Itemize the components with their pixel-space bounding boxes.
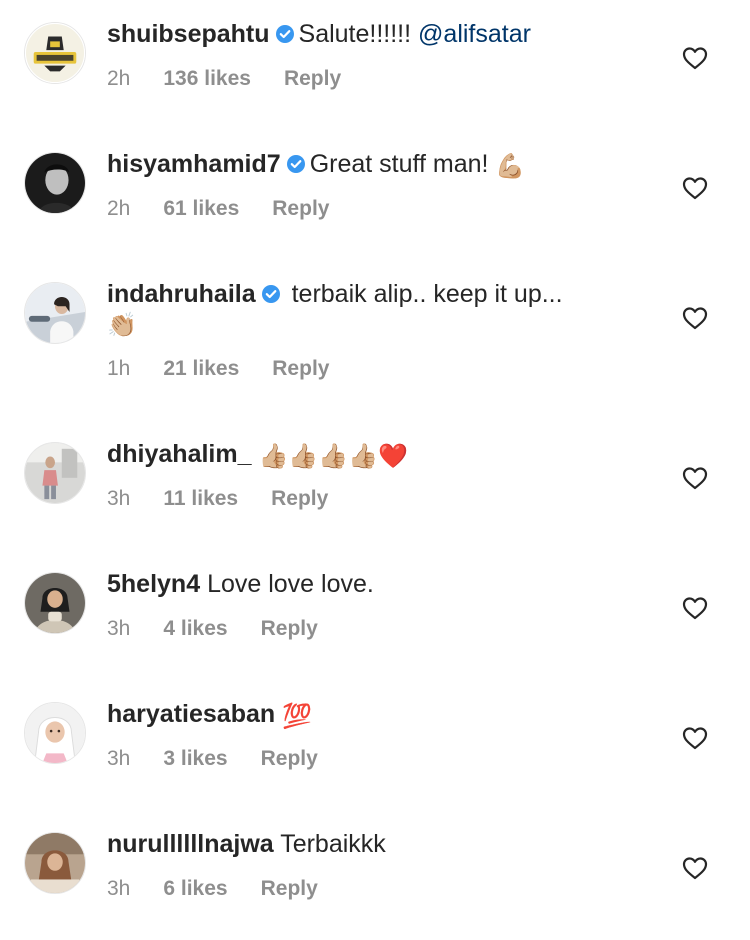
reply-button[interactable]: Reply (261, 874, 318, 904)
reply-button[interactable]: Reply (272, 194, 329, 224)
username-link[interactable]: 5helyn4 (107, 570, 200, 598)
comment-time: 3h (107, 877, 131, 900)
comment-meta: 3h 3 likes Reply (107, 744, 318, 774)
reply-button[interactable]: Reply (272, 354, 329, 384)
avatar[interactable] (24, 282, 86, 344)
woman-hijab-white-avatar (25, 703, 85, 763)
heart-outline-icon[interactable] (682, 306, 708, 330)
username-link[interactable]: dhiyahalim_ (107, 440, 252, 468)
reply-button[interactable]: Reply (261, 744, 318, 774)
comment-meta: 3h 4 likes Reply (107, 614, 318, 644)
comment-time: 3h (107, 617, 131, 640)
comment-text: haryatiesaban 💯 (107, 698, 667, 732)
comment-body: terbaik alip.. keep it up... (291, 280, 563, 308)
username-link[interactable]: hisyamhamid7 (107, 150, 281, 178)
honey-jumia-logo-avatar (25, 23, 85, 83)
comment-item: shuibsepahtu Salute!!!!!! @alifsatar 2h 13… (0, 0, 750, 130)
comment-body: Great stuff man! (309, 150, 496, 178)
username-link[interactable]: haryatiesaban (107, 700, 275, 728)
woman-hijab-dark-avatar (25, 573, 85, 633)
comment-item: haryatiesaban 💯 3h 3 likes Reply (0, 680, 750, 810)
comment-time: 2h (107, 67, 131, 90)
comment-item: 5helyn4 Love love love. 3h 4 likes Reply (0, 550, 750, 680)
heart-outline-icon[interactable] (682, 726, 708, 750)
heart-outline-icon[interactable] (682, 466, 708, 490)
comment-text: shuibsepahtu Salute!!!!!! @alifsatar (107, 18, 667, 50)
comment-body: Terbaikkk (280, 830, 386, 858)
emoji: 💪🏼 (495, 152, 526, 180)
woman-hijab-brown-avatar (25, 833, 85, 893)
comment-meta: 1h 21 likes Reply (107, 354, 329, 384)
likes-count[interactable]: 11 likes (163, 484, 238, 514)
verified-badge-icon (261, 284, 281, 304)
username-link[interactable]: nurullllllnajwa (107, 830, 274, 858)
reply-button[interactable]: Reply (261, 614, 318, 644)
comment-item: dhiyahalim_ 👍🏼👍🏼👍🏼👍🏼❤️ 3h 11 likes Reply (0, 420, 750, 550)
reply-button[interactable]: Reply (284, 64, 341, 94)
avatar[interactable] (24, 442, 86, 504)
comment-time: 1h (107, 357, 131, 380)
comment-meta: 2h 61 likes Reply (107, 194, 329, 224)
comment-meta: 3h 11 likes Reply (107, 484, 328, 514)
comment-time: 2h (107, 197, 131, 220)
heart-outline-icon[interactable] (682, 46, 708, 70)
avatar[interactable] (24, 572, 86, 634)
verified-badge-icon (286, 154, 306, 174)
avatar[interactable] (24, 22, 86, 84)
comment-item: nurullllllnajwa Terbaikkk 3h 6 likes Reply (0, 810, 750, 940)
comment-time: 3h (107, 487, 131, 510)
likes-count[interactable]: 21 likes (163, 354, 239, 384)
avatar[interactable] (24, 702, 86, 764)
likes-count[interactable]: 3 likes (163, 744, 227, 774)
comment-text: dhiyahalim_ 👍🏼👍🏼👍🏼👍🏼❤️ (107, 438, 667, 472)
username-link[interactable]: shuibsepahtu (107, 20, 270, 48)
heart-outline-icon[interactable] (682, 596, 708, 620)
likes-count[interactable]: 136 likes (163, 64, 251, 94)
heart-outline-icon[interactable] (682, 856, 708, 880)
comment-text: 5helyn4 Love love love. (107, 568, 667, 600)
verified-badge-icon (275, 24, 295, 44)
comment-meta: 2h 136 likes Reply (107, 64, 341, 94)
likes-count[interactable]: 4 likes (163, 614, 227, 644)
emoji: 👏🏼 (107, 311, 137, 339)
likes-count[interactable]: 61 likes (163, 194, 239, 224)
heart-outline-icon[interactable] (682, 176, 708, 200)
mention-link[interactable]: @alifsatar (418, 20, 531, 48)
comment-meta: 3h 6 likes Reply (107, 874, 318, 904)
reply-button[interactable]: Reply (271, 484, 328, 514)
woman-standing-avatar (25, 443, 85, 503)
comment-text: nurullllllnajwa Terbaikkk (107, 828, 667, 860)
emoji: 👍🏼👍🏼👍🏼👍🏼❤️ (258, 442, 408, 470)
emoji: 💯 (282, 702, 312, 730)
woman-in-car-avatar (25, 283, 85, 343)
comment-body: Love love love. (207, 570, 374, 598)
likes-count[interactable]: 6 likes (163, 874, 227, 904)
man-portrait-avatar (25, 153, 85, 213)
avatar[interactable] (24, 832, 86, 894)
comment-time: 3h (107, 747, 131, 770)
comment-body: Salute!!!!!! (298, 20, 419, 48)
comment-text: hisyamhamid7 Great stuff man! 💪🏼 (107, 148, 667, 182)
username-link[interactable]: indahruhaila (107, 280, 256, 308)
comment-item: hisyamhamid7 Great stuff man! 💪🏼 2h 61 lik… (0, 130, 750, 260)
comment-item: indahruhaila terbaik alip.. keep it up..… (0, 260, 750, 420)
comment-text: indahruhaila terbaik alip.. keep it up..… (107, 278, 667, 340)
avatar[interactable] (24, 152, 86, 214)
